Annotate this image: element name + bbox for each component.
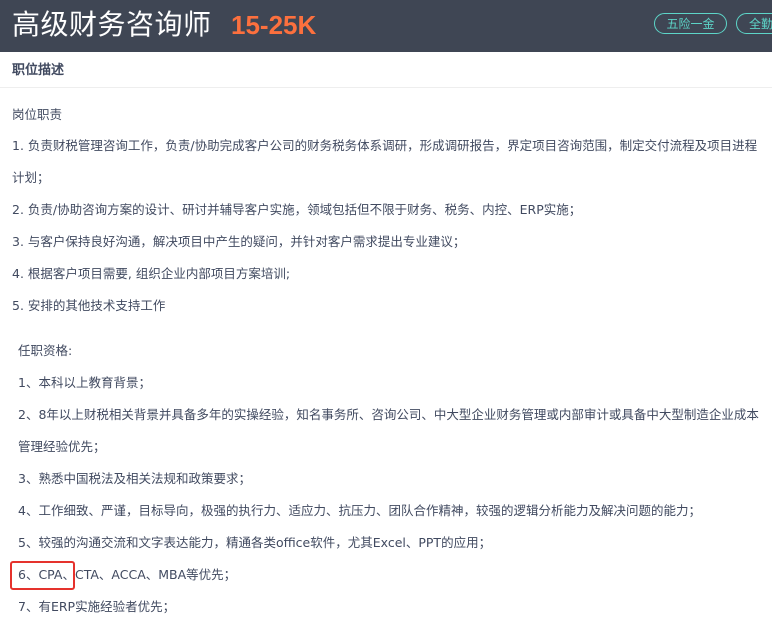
description-line: 3. 与客户保持良好沟通，解决项目中产生的疑问，并针对客户需求提出专业建议； [12,234,466,249]
section-divider [0,87,772,88]
benefit-tag: 全勤奖 [736,13,772,34]
job-title: 高级财务咨询师 [12,8,212,41]
description-line: 4、工作细致、严谨，目标导向，极强的执行力、适应力、抗压力、团队合作精神，较强的… [18,503,701,518]
description-line: 2. 负责/协助咨询方案的设计、研讨并辅导客户实施，领域包括但不限于财务、税务、… [12,202,582,217]
responsibilities-heading: 岗位职责 [12,107,63,122]
annotation-highlight-box [10,561,75,590]
job-header: 高级财务咨询师 15-25K 五险一金 全勤奖 [0,0,772,52]
qualifications-heading: 任职资格: [18,343,73,358]
description-line: 1、本科以上教育背景； [18,375,151,390]
description-line: 3、熟悉中国税法及相关法规和政策要求； [18,471,251,486]
salary-range: 15-25K [231,10,317,40]
section-title: 职位描述 [12,63,65,78]
description-line: 1. 负责财税管理咨询工作，负责/协助完成客户公司的财务税务体系调研，形成调研报… [12,138,758,153]
description-line: 7、有ERP实施经验者优先； [18,599,176,614]
description-line: 4. 根据客户项目需要, 组织企业内部项目方案培训; [12,266,291,281]
description-line: 管理经验优先； [18,439,106,454]
description-line: 5、较强的沟通交流和文字表达能力，精通各类office软件，尤其Excel、PP… [18,535,492,550]
description-line: 计划； [12,170,50,185]
description-line: 5. 安排的其他技术支持工作 [12,298,166,313]
description-line: 2、8年以上财税相关背景并具备多年的实操经验，知名事务所、咨询公司、中大型企业财… [18,407,759,422]
benefit-tag: 五险一金 [654,13,727,34]
